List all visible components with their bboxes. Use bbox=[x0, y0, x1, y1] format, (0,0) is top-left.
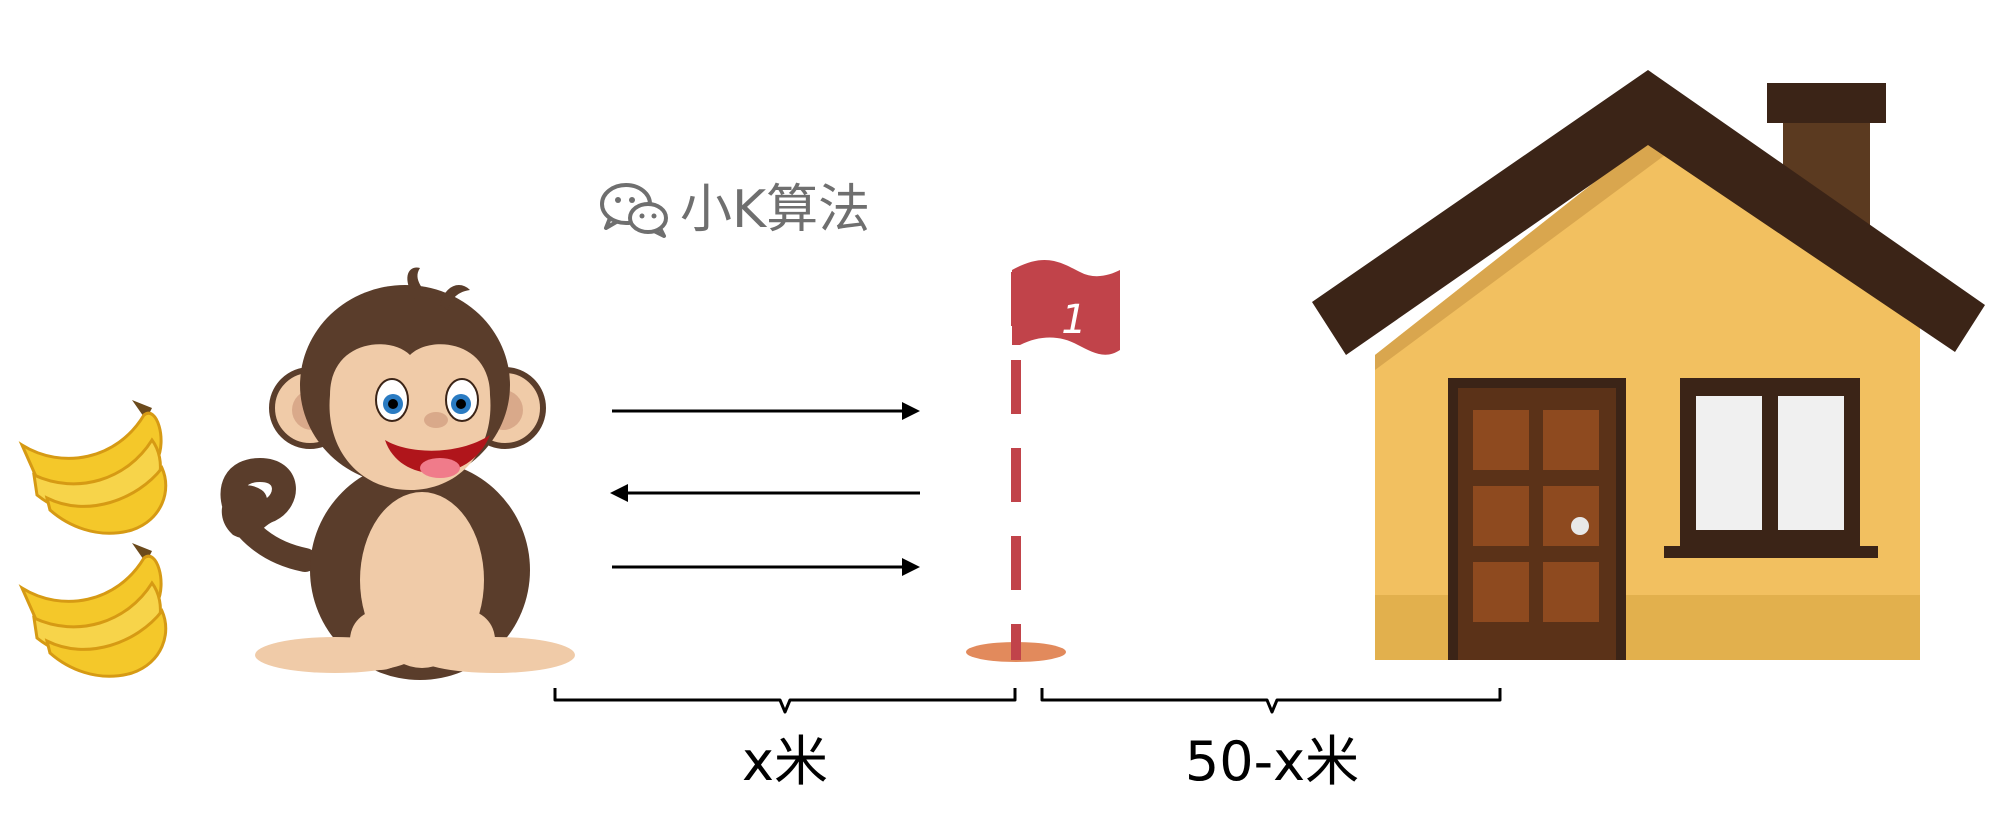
window bbox=[1664, 378, 1878, 558]
watermark: 小K算法 bbox=[598, 180, 870, 240]
arrow-right-2 bbox=[612, 558, 920, 576]
flag-marker: 1 bbox=[966, 260, 1120, 662]
banana-bunch-top bbox=[18, 400, 168, 535]
arrow-left bbox=[610, 484, 920, 502]
door bbox=[1448, 378, 1626, 660]
chimney-cap bbox=[1767, 83, 1886, 123]
banana-bunch-bottom bbox=[18, 543, 168, 678]
monkey bbox=[220, 267, 575, 680]
watermark-text: 小K算法 bbox=[680, 180, 871, 240]
segment-label-50-x: 50-x米 bbox=[1184, 730, 1360, 793]
flag-number: 1 bbox=[1061, 297, 1086, 343]
brace-50-x bbox=[1040, 688, 1502, 714]
segment-label-x: x米 bbox=[742, 730, 828, 793]
arrow-right-1 bbox=[612, 402, 920, 420]
diagram-canvas: 1 bbox=[18, 70, 1985, 714]
door-knob bbox=[1571, 517, 1589, 535]
brace-x bbox=[553, 688, 1017, 714]
house bbox=[1312, 70, 1985, 660]
wechat-icon bbox=[600, 183, 668, 238]
